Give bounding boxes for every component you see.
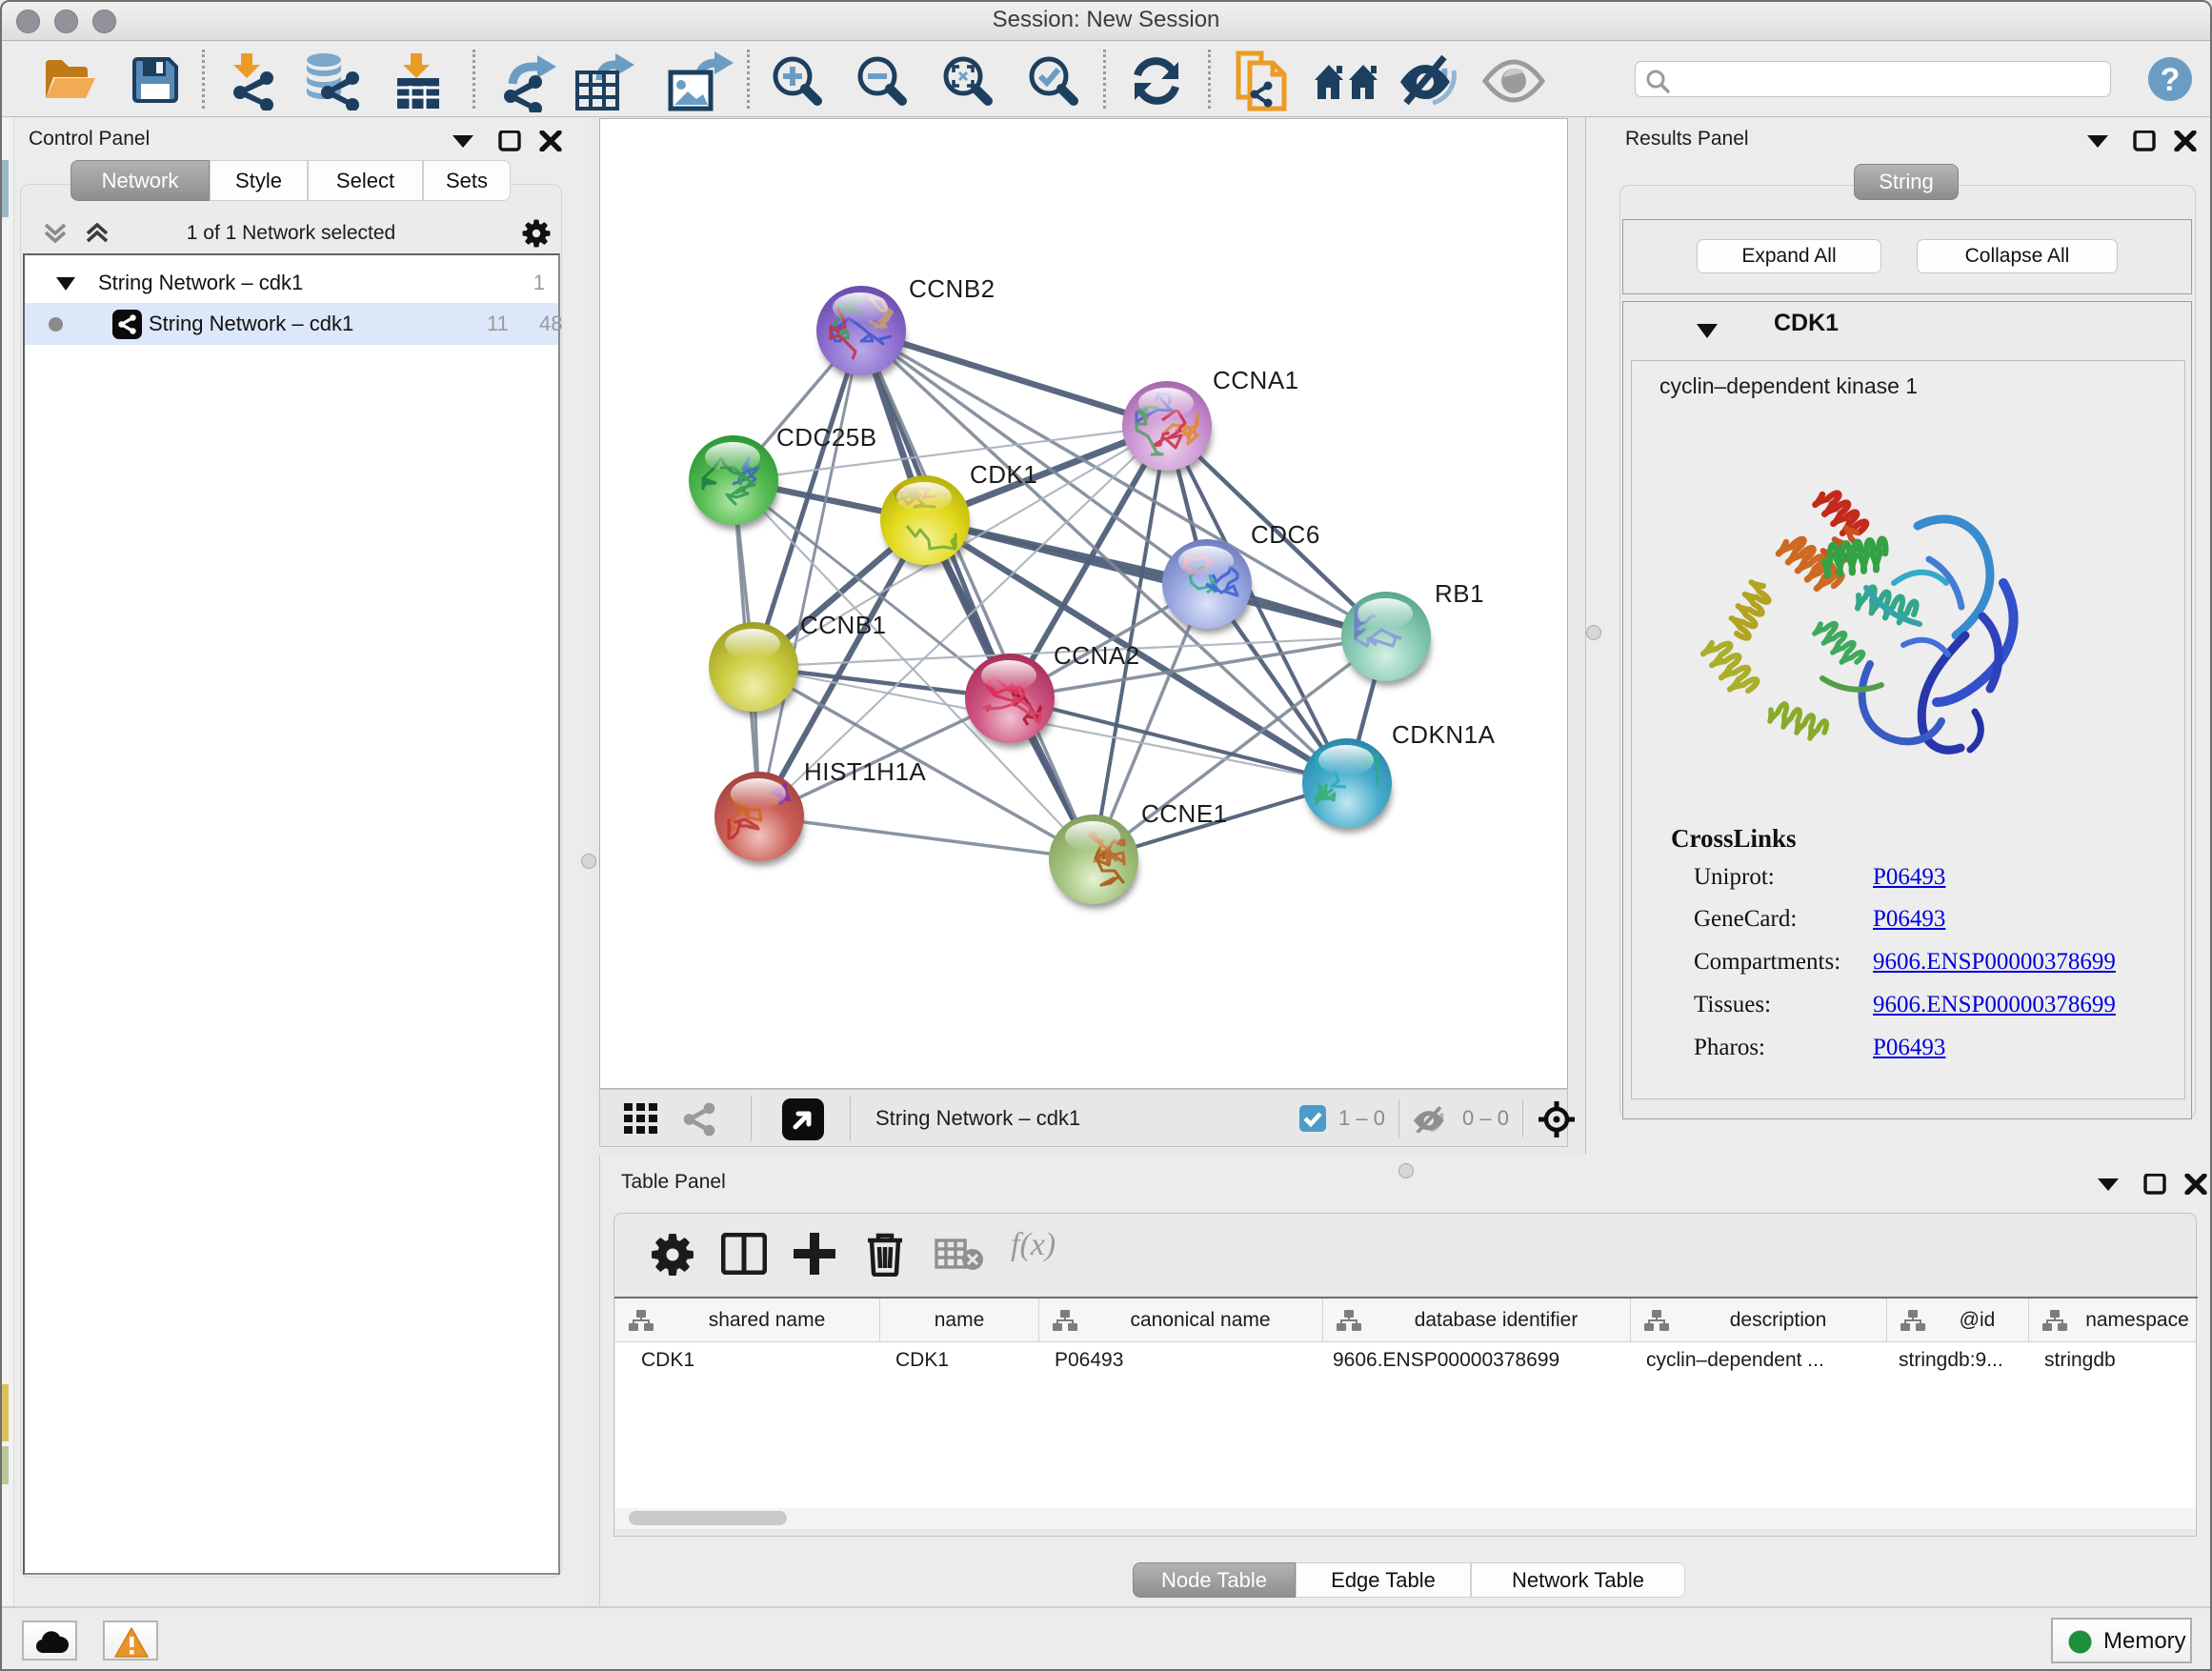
svg-text:CDC6: CDC6 xyxy=(1251,520,1320,549)
svg-text:CCNE1: CCNE1 xyxy=(1141,799,1228,828)
svg-text:CDC25B: CDC25B xyxy=(776,423,877,452)
svg-text:CDK1: CDK1 xyxy=(970,460,1037,489)
svg-text:?: ? xyxy=(2161,62,2181,98)
svg-text:CCNB2: CCNB2 xyxy=(909,274,995,303)
svg-text:CDKN1A: CDKN1A xyxy=(1392,720,1496,749)
svg-text:CCNB1: CCNB1 xyxy=(800,611,887,639)
svg-text:CCNA1: CCNA1 xyxy=(1213,366,1299,394)
svg-text:CCNA2: CCNA2 xyxy=(1054,641,1140,670)
svg-text:RB1: RB1 xyxy=(1435,579,1484,608)
svg-text:HIST1H1A: HIST1H1A xyxy=(804,757,926,786)
